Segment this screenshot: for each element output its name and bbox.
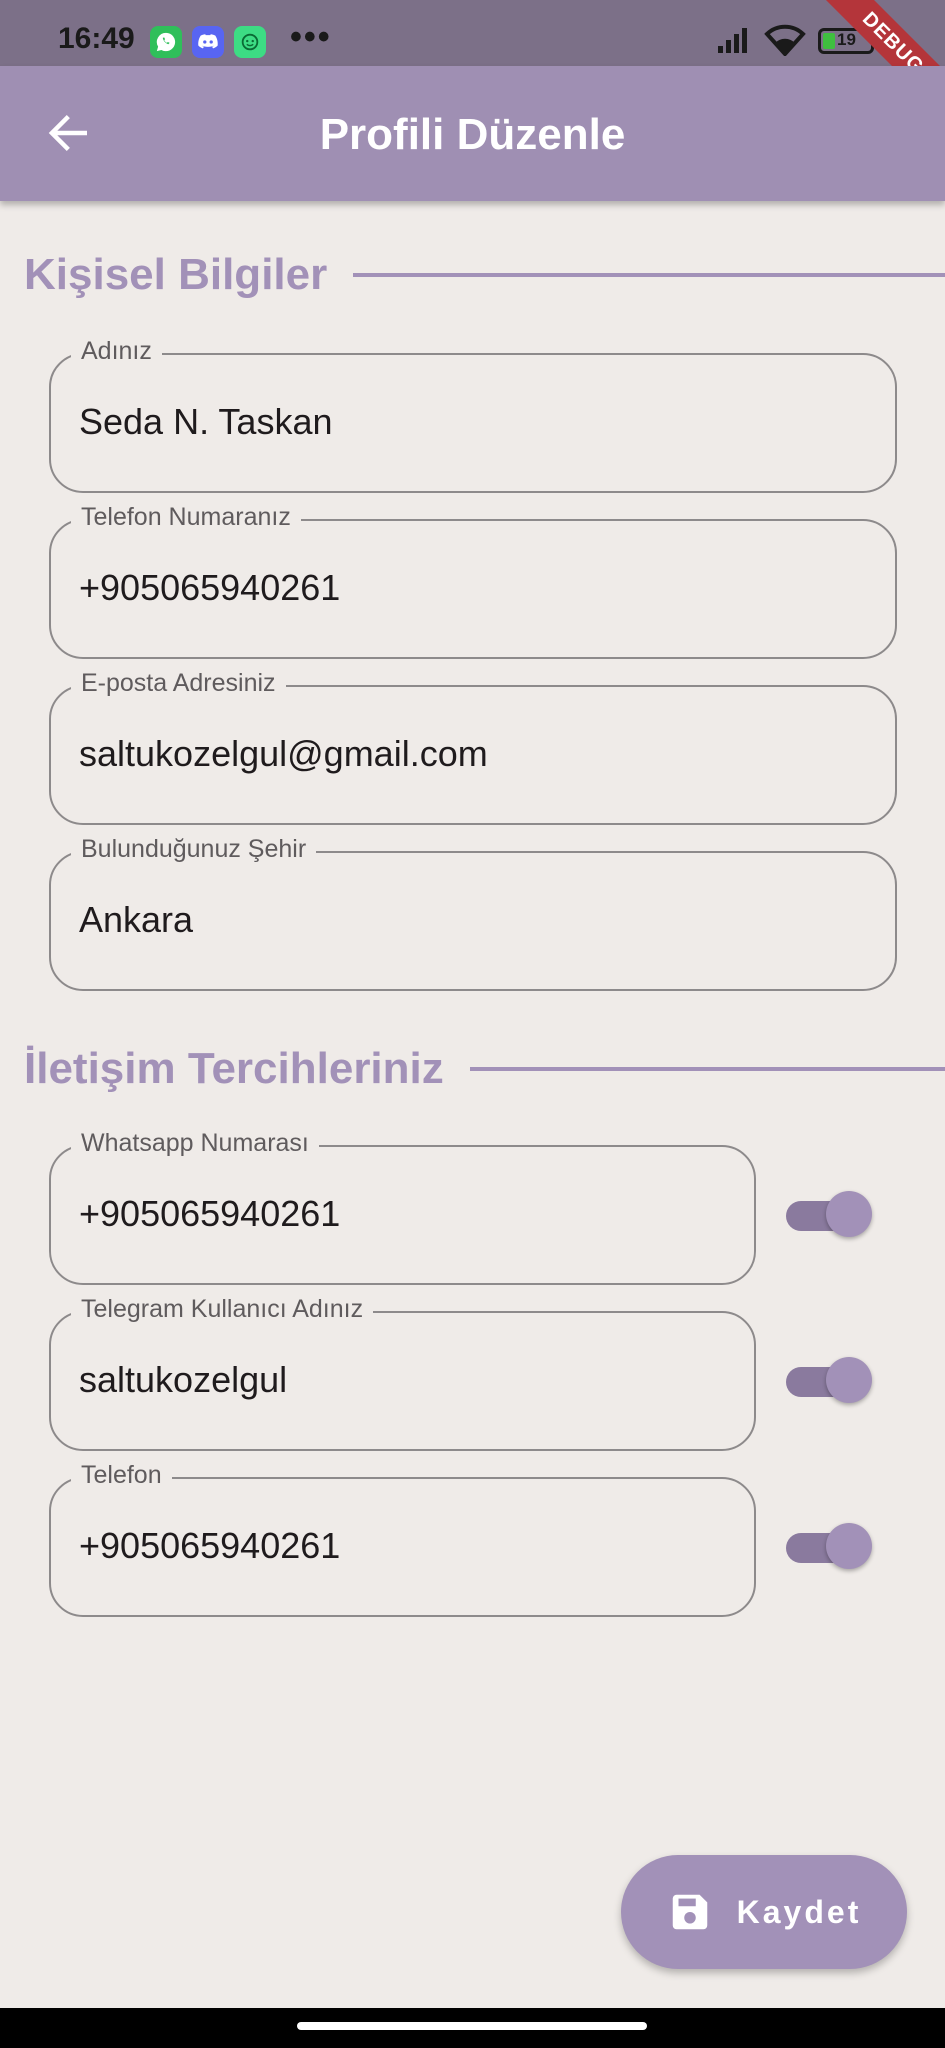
phone-field-label: Telefon Numaranız xyxy=(71,503,301,532)
name-field-label: Adınız xyxy=(71,337,162,366)
save-button-label: Kaydet xyxy=(736,1893,862,1930)
phone-contact-field[interactable]: Telefon +905065940261 xyxy=(49,1461,756,1617)
whatsapp-toggle[interactable] xyxy=(786,1191,874,1239)
home-gesture-handle[interactable] xyxy=(297,2022,647,2030)
toggle-thumb xyxy=(826,1191,872,1237)
status-bar: 16:49 ••• 19 xyxy=(0,0,945,66)
more-notifications-icon: ••• xyxy=(290,18,332,56)
toggle-thumb xyxy=(826,1357,872,1403)
battery-level: 19 xyxy=(837,30,856,49)
battery-fill xyxy=(823,33,835,49)
signal-icon xyxy=(718,28,747,53)
section-contact-preferences: İletişim Tercihleriniz xyxy=(24,1044,945,1094)
telegram-field-value[interactable]: saltukozelgul xyxy=(79,1359,287,1401)
whatsapp-field[interactable]: Whatsapp Numarası +905065940261 xyxy=(49,1129,756,1285)
city-field-value[interactable]: Ankara xyxy=(79,899,193,941)
android-icon xyxy=(234,26,266,58)
save-button[interactable]: Kaydet xyxy=(621,1855,907,1969)
section-divider xyxy=(353,273,945,277)
phone-field-value[interactable]: +905065940261 xyxy=(79,567,340,609)
section-title-contact: İletişim Tercihleriniz xyxy=(24,1044,444,1093)
whatsapp-field-label: Whatsapp Numarası xyxy=(71,1129,319,1158)
email-field[interactable]: E-posta Adresiniz saltukozelgul@gmail.co… xyxy=(49,669,897,825)
phone-toggle[interactable] xyxy=(786,1523,874,1571)
navigation-bar xyxy=(0,2008,945,2048)
section-title-personal: Kişisel Bilgiler xyxy=(24,250,328,299)
name-field[interactable]: Adınız Seda N. Taskan xyxy=(49,337,897,493)
whatsapp-field-value[interactable]: +905065940261 xyxy=(79,1193,340,1235)
telegram-field-label: Telegram Kullanıcı Adınız xyxy=(71,1295,374,1324)
page-title: Profili Düzenle xyxy=(319,110,626,159)
whatsapp-icon xyxy=(150,26,182,58)
app-bar: Profili Düzenle xyxy=(0,66,945,201)
phone-contact-field-value[interactable]: +905065940261 xyxy=(79,1525,340,1567)
city-field[interactable]: Bulunduğunuz Şehir Ankara xyxy=(49,835,897,991)
city-field-label: Bulunduğunuz Şehir xyxy=(71,835,317,864)
section-divider xyxy=(469,1067,945,1071)
section-personal-info: Kişisel Bilgiler xyxy=(24,250,945,300)
name-field-value[interactable]: Seda N. Taskan xyxy=(79,401,333,443)
telegram-field[interactable]: Telegram Kullanıcı Adınız saltukozelgul xyxy=(49,1295,756,1451)
email-field-label: E-posta Adresiniz xyxy=(71,669,286,698)
toggle-thumb xyxy=(826,1523,872,1569)
telegram-toggle[interactable] xyxy=(786,1357,874,1405)
phone-field[interactable]: Telefon Numaranız +905065940261 xyxy=(49,503,897,659)
wifi-icon xyxy=(764,24,806,56)
email-field-value[interactable]: saltukozelgul@gmail.com xyxy=(79,733,488,775)
phone-contact-field-label: Telefon xyxy=(71,1461,172,1490)
discord-icon xyxy=(192,26,224,58)
save-icon xyxy=(672,1894,707,1930)
status-time: 16:49 xyxy=(58,22,135,55)
